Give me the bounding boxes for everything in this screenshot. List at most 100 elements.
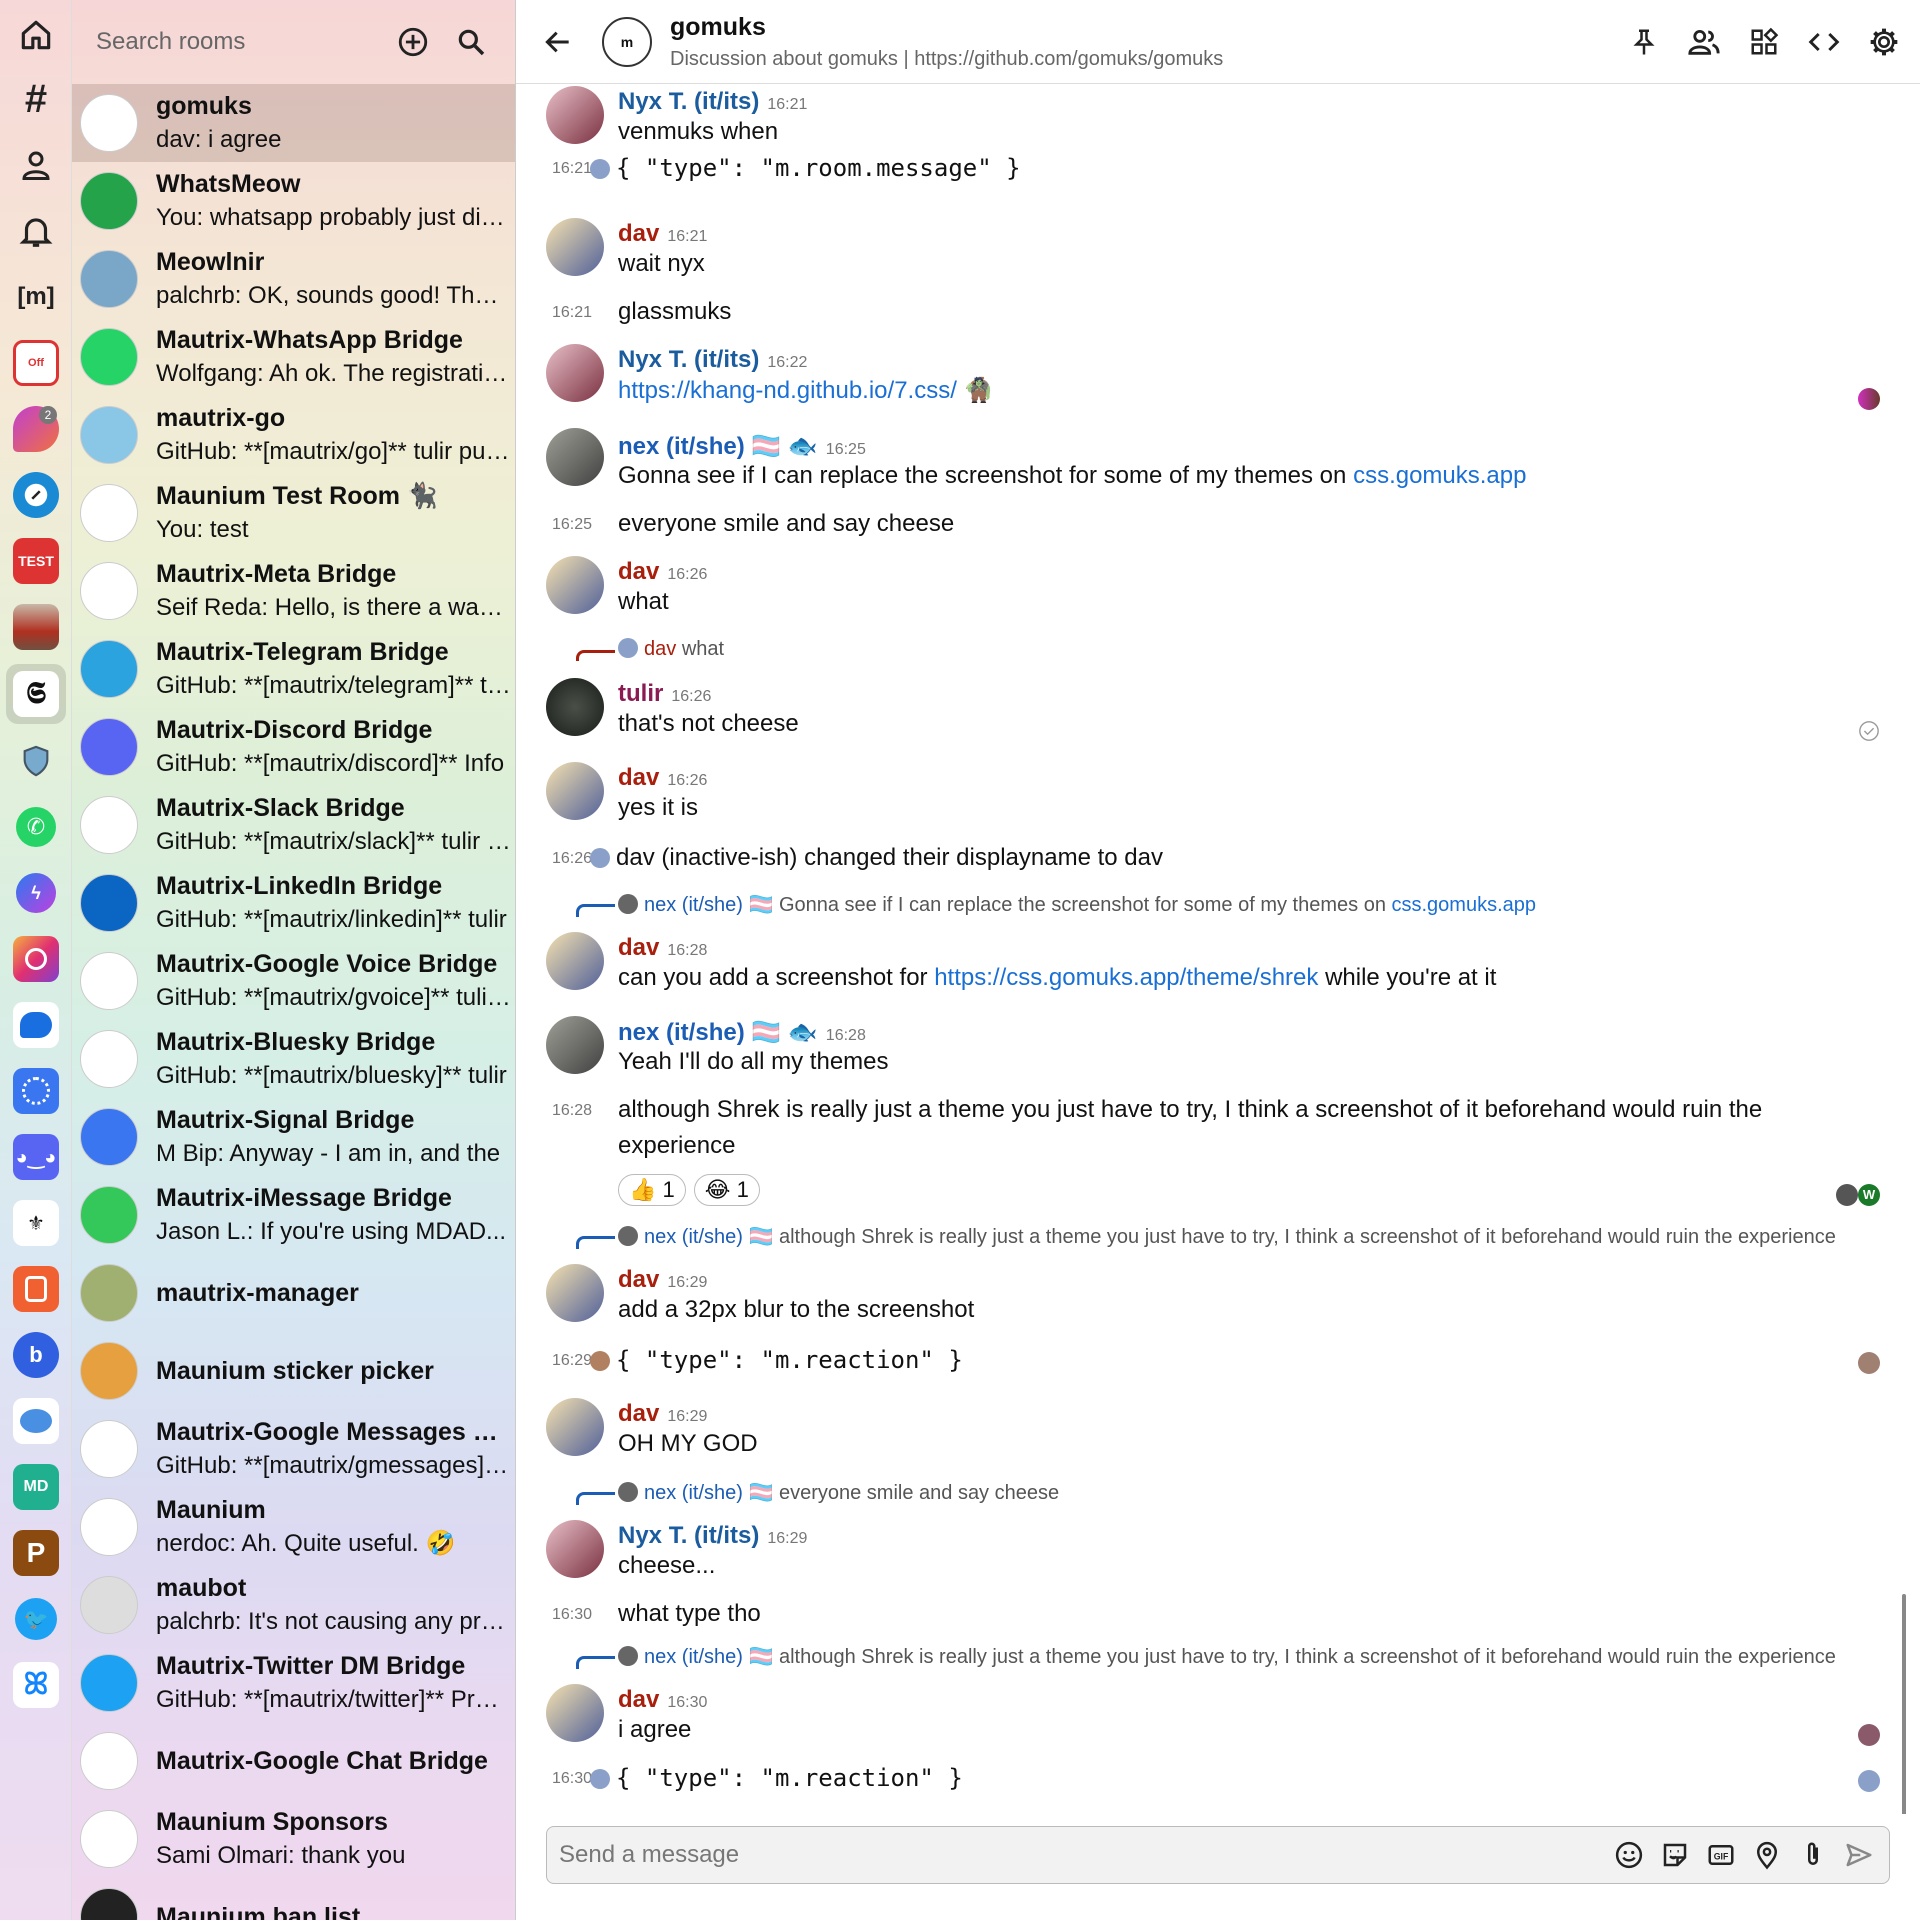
- search-button[interactable]: [451, 22, 491, 62]
- moderators-space[interactable]: ⚜: [11, 1198, 61, 1248]
- read-receipt[interactable]: [1836, 1184, 1858, 1206]
- timeline-scrollbar[interactable]: [1902, 1594, 1906, 1814]
- room-list-item[interactable]: Mautrix-Bluesky Bridge GitHub: **[mautrix…: [72, 1020, 515, 1098]
- room-list-item[interactable]: Maunium Sponsors Sami Olmari: thank you: [72, 1800, 515, 1878]
- read-receipt[interactable]: W: [1858, 1184, 1880, 1206]
- room-list-item[interactable]: Maunium sticker picker: [72, 1332, 515, 1410]
- offtopic-space[interactable]: Off: [11, 338, 61, 388]
- shield-space[interactable]: [11, 736, 61, 786]
- twitter-space[interactable]: 🐦: [11, 1594, 61, 1644]
- create-room-button[interactable]: [393, 22, 433, 62]
- avatar[interactable]: [546, 86, 604, 144]
- message-sender[interactable]: dav 16:29: [618, 1266, 707, 1294]
- avatar[interactable]: [546, 932, 604, 990]
- watch-space[interactable]: [11, 1264, 61, 1314]
- avatar[interactable]: [546, 1684, 604, 1742]
- md-space[interactable]: MD: [11, 1462, 61, 1512]
- reply-preview[interactable]: nex (it/she) 🏳️‍⚧️ everyone smile and sa…: [576, 1480, 1868, 1505]
- reply-preview[interactable]: nex (it/she) 🏳️‍⚧️ although Shrek is rea…: [576, 1224, 1868, 1249]
- read-receipt[interactable]: [1858, 388, 1880, 410]
- room-list-item[interactable]: Mautrix-Meta Bridge Seif Reda: Hello, is …: [72, 552, 515, 630]
- discord-space[interactable]: ◕‿◕: [11, 1132, 61, 1182]
- room-list-item[interactable]: mautrix-go GitHub: **[mautrix/go]** tulir…: [72, 396, 515, 474]
- room-list-item[interactable]: Maunium ban list: [72, 1878, 515, 1920]
- devtools-button[interactable]: [1804, 22, 1844, 62]
- room-avatar[interactable]: m: [602, 16, 652, 67]
- room-settings-button[interactable]: [1864, 22, 1904, 62]
- avatar[interactable]: [546, 1016, 604, 1074]
- pinned-messages-button[interactable]: [1624, 22, 1664, 62]
- emoji-button[interactable]: [1611, 1837, 1647, 1873]
- bridge-photo-space[interactable]: [11, 602, 61, 652]
- message-sender[interactable]: tulir 16:26: [618, 680, 711, 708]
- search-rooms-input[interactable]: Search rooms: [96, 28, 375, 56]
- read-receipt[interactable]: [1858, 1352, 1880, 1374]
- message-link[interactable]: https://khang-nd.github.io/7.css/: [618, 377, 957, 404]
- message-sender[interactable]: nex (it/she) 🏳️‍⚧️ 🐟 16:25: [618, 432, 866, 461]
- reply-preview[interactable]: nex (it/she) 🏳️‍⚧️ although Shrek is rea…: [576, 1644, 1868, 1669]
- message-link[interactable]: css.gomuks.app: [1353, 462, 1526, 489]
- sticker-button[interactable]: [1657, 1837, 1693, 1873]
- message-sender[interactable]: dav 16:28: [618, 934, 707, 962]
- messenger-space[interactable]: ϟ: [11, 868, 61, 918]
- room-list-item[interactable]: Mautrix-Signal Bridge M Bip: Anyway - I a…: [72, 1098, 515, 1176]
- room-list-item[interactable]: Mautrix-iMessage Bridge Jason L.: If you'…: [72, 1176, 515, 1254]
- room-list-item[interactable]: gomuks dav: i agree: [72, 84, 515, 162]
- bluesky-space[interactable]: ꕤ: [11, 1660, 61, 1710]
- people-space[interactable]: [11, 140, 61, 190]
- read-receipt[interactable]: [1858, 1724, 1880, 1746]
- avatar[interactable]: [546, 762, 604, 820]
- avatar[interactable]: [546, 678, 604, 736]
- message-sender[interactable]: dav 16:21: [618, 220, 707, 248]
- reply-preview[interactable]: dav what: [576, 638, 1868, 661]
- home-space[interactable]: [11, 10, 61, 60]
- message-sender[interactable]: Nyx T. (it/its) 16:21: [618, 88, 807, 116]
- reply-preview[interactable]: nex (it/she) 🏳️‍⚧️ Gonna see if I can re…: [576, 892, 1868, 917]
- whatsapp-space[interactable]: ✆: [11, 802, 61, 852]
- avatar[interactable]: [546, 428, 604, 486]
- reaction-laugh[interactable]: 😂 1: [693, 1174, 760, 1206]
- message-input[interactable]: Send a message: [559, 1841, 1601, 1869]
- p-space[interactable]: P: [11, 1528, 61, 1578]
- attach-button[interactable]: [1795, 1837, 1831, 1873]
- room-list-item[interactable]: Mautrix-Google Messages Bridge GitHub: **…: [72, 1410, 515, 1488]
- message-sender[interactable]: Nyx T. (it/its) 16:29: [618, 1522, 807, 1550]
- room-list-item[interactable]: Mautrix-LinkedIn Bridge GitHub: **[mautri…: [72, 864, 515, 942]
- read-receipt[interactable]: [1858, 1770, 1880, 1792]
- room-list-item[interactable]: Maunium nerdoc: Ah. Quite useful. 🤣: [72, 1488, 515, 1566]
- signal-space[interactable]: [11, 1066, 61, 1116]
- room-list-item[interactable]: Mautrix-Google Chat Bridge: [72, 1722, 515, 1800]
- message-link[interactable]: https://css.gomuks.app/theme/shrek: [934, 964, 1318, 991]
- avatar[interactable]: [546, 1520, 604, 1578]
- avatar[interactable]: [546, 1264, 604, 1322]
- room-list-item[interactable]: Mautrix-Discord Bridge GitHub: **[mautrix…: [72, 708, 515, 786]
- avatar[interactable]: [546, 344, 604, 402]
- reaction-thumbs-up[interactable]: 👍 1: [618, 1174, 686, 1206]
- location-button[interactable]: [1749, 1837, 1785, 1873]
- message-sender[interactable]: dav 16:26: [618, 558, 707, 586]
- message-sender[interactable]: dav 16:26: [618, 764, 707, 792]
- compass-space[interactable]: [11, 470, 61, 520]
- beeper-space[interactable]: b: [11, 1330, 61, 1380]
- avatar[interactable]: [546, 556, 604, 614]
- room-list-item[interactable]: Meowlnir palchrb: OK, sounds good! Thanks…: [72, 240, 515, 318]
- message-sender[interactable]: dav 16:29: [618, 1400, 707, 1428]
- room-list-item[interactable]: maubot palchrb: It's not causing any prob…: [72, 1566, 515, 1644]
- rooms-space[interactable]: #: [11, 74, 61, 124]
- message-sender[interactable]: dav 16:30: [618, 1686, 707, 1714]
- message-sender[interactable]: Nyx T. (it/its) 16:22: [618, 346, 807, 374]
- message-sender[interactable]: nex (it/she) 🏳️‍⚧️ 🐟 16:28: [618, 1018, 866, 1047]
- room-list-item[interactable]: Mautrix-WhatsApp Bridge Wolfgang: Ah ok. …: [72, 318, 515, 396]
- matrix-space[interactable]: [m]: [11, 272, 61, 322]
- room-list-item[interactable]: WhatsMeow You: whatsapp probably just did…: [72, 162, 515, 240]
- gif-button[interactable]: GIF: [1703, 1837, 1739, 1873]
- notifications-space[interactable]: [11, 206, 61, 256]
- members-button[interactable]: [1684, 22, 1724, 62]
- maunium-space[interactable]: 𝕾: [6, 664, 66, 724]
- widgets-button[interactable]: [1744, 22, 1784, 62]
- instagram-space[interactable]: [11, 934, 61, 984]
- room-list-item[interactable]: Mautrix-Telegram Bridge GitHub: **[mautri…: [72, 630, 515, 708]
- community-space[interactable]: 2: [11, 404, 61, 454]
- room-list-item[interactable]: Mautrix-Google Voice Bridge GitHub: **[ma…: [72, 942, 515, 1020]
- avatar[interactable]: [546, 1398, 604, 1456]
